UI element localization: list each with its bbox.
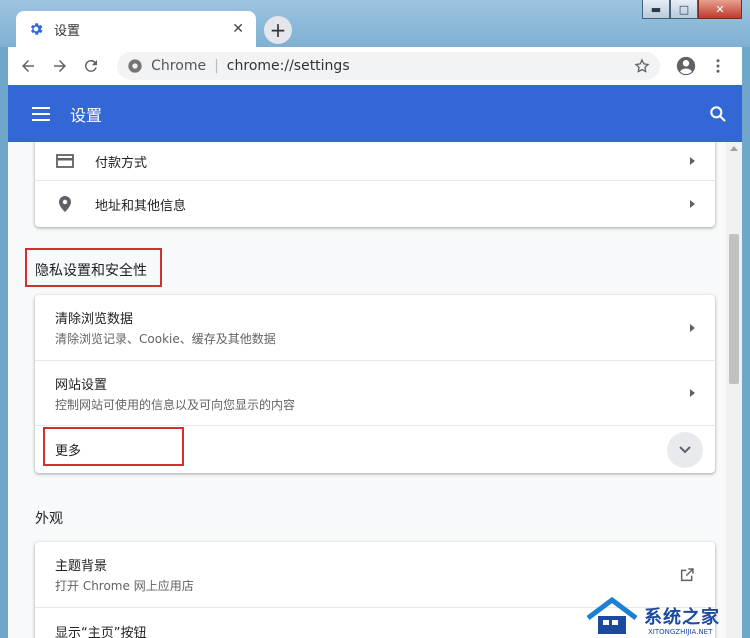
highlight-box-privacy — [25, 248, 162, 287]
list-item-label: 显示“主页”按钮 — [55, 626, 147, 638]
window-close-button[interactable]: ✕ — [698, 0, 742, 19]
arrow-right-icon — [53, 60, 66, 72]
scrollbar-thumb[interactable] — [729, 234, 739, 384]
list-item-description: 打开 Chrome 网上应用店 — [55, 579, 194, 593]
list-item-description: 清除浏览记录、Cookie、缓存及其他数据 — [55, 332, 276, 346]
window-controls: ▬ □ ✕ — [642, 0, 742, 19]
watermark-text: 系统之家 — [644, 607, 720, 628]
house-logo-icon — [586, 596, 638, 634]
list-item-label: 清除浏览数据 — [55, 312, 134, 327]
minimize-button[interactable]: ▬ — [642, 0, 670, 19]
settings-header: 设置 — [8, 85, 742, 142]
list-item-description: 控制网站可使用的信息以及可向您显示的内容 — [55, 397, 296, 412]
site-name: Chrome — [151, 58, 207, 74]
list-item-clear-browsing-data[interactable]: 清除浏览数据 清除浏览记录、Cookie、缓存及其他数据 — [35, 295, 715, 360]
list-item-label: 网站设置 — [55, 377, 108, 393]
chevron-down-icon — [679, 445, 691, 453]
chevron-right-icon — [690, 389, 695, 397]
open-in-new-icon[interactable] — [679, 567, 695, 583]
page-title: 设置 — [70, 105, 103, 125]
arrow-left-icon — [21, 60, 34, 72]
menu-button[interactable] — [704, 52, 732, 80]
browser-toolbar: Chrome | chrome://settings — [8, 47, 742, 85]
account-circle-icon — [676, 56, 696, 76]
settings-content: 付款方式 地址和其他信息 隐私设置和安全性 清除浏览数据 清除浏览记录、Cook… — [8, 142, 742, 638]
maximize-button[interactable]: □ — [670, 0, 698, 19]
new-tab-button[interactable]: + — [264, 16, 292, 44]
list-item-site-settings[interactable]: 网站设置 控制网站可使用的信息以及可向您显示的内容 — [35, 360, 715, 425]
list-item-label: 地址和其他信息 — [95, 198, 187, 214]
scrollbar[interactable] — [726, 142, 742, 638]
list-item-label: 付款方式 — [95, 155, 148, 171]
list-item-addresses[interactable]: 地址和其他信息 — [35, 180, 715, 227]
star-bookmark-icon[interactable] — [634, 58, 650, 74]
tab-title: 设置 — [54, 23, 81, 39]
window-titlebar: ▬ □ ✕ 设置 ✕ + — [0, 0, 750, 47]
autofill-card: 付款方式 地址和其他信息 — [35, 142, 715, 227]
divider: | — [214, 58, 219, 74]
chevron-right-icon — [690, 157, 695, 165]
address-bar[interactable]: Chrome | chrome://settings — [117, 52, 660, 80]
hamburger-menu-icon[interactable] — [32, 106, 52, 122]
watermark: 系统之家 XITONGZHIJIA.NET — [584, 594, 744, 638]
reload-icon — [85, 59, 98, 72]
chevron-right-icon — [690, 200, 695, 208]
more-vert-icon — [716, 59, 720, 73]
back-button[interactable] — [14, 52, 42, 80]
chevron-right-icon — [690, 323, 695, 332]
tab-settings[interactable]: 设置 ✕ — [16, 11, 256, 47]
credit-card-icon — [56, 154, 74, 168]
gear-icon — [30, 23, 43, 35]
profile-button[interactable] — [672, 52, 700, 80]
expand-button[interactable] — [667, 431, 703, 468]
location-pin-icon — [59, 196, 71, 212]
list-item-label: 主题背景 — [55, 559, 108, 574]
highlight-box-more — [43, 427, 184, 466]
list-item-payment[interactable]: 付款方式 — [35, 142, 715, 180]
watermark-subtext: XITONGZHIJIA.NET — [648, 628, 713, 636]
scroll-up-icon[interactable] — [730, 146, 738, 151]
reload-button[interactable] — [77, 52, 105, 80]
search-icon[interactable] — [708, 104, 728, 124]
chrome-logo-icon — [128, 59, 142, 73]
url-text[interactable]: chrome://settings — [227, 58, 634, 74]
forward-button[interactable] — [46, 52, 74, 80]
tab-close-icon[interactable]: ✕ — [232, 21, 244, 37]
section-title-appearance: 外观 — [35, 511, 63, 527]
